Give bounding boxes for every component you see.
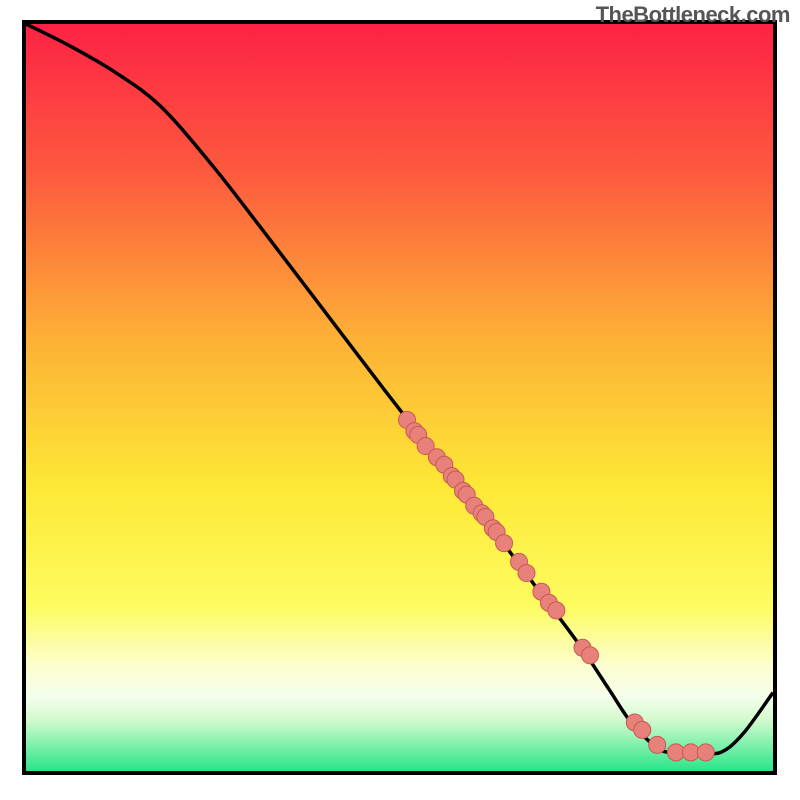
marker-dot <box>697 744 714 761</box>
marker-dot <box>634 721 651 738</box>
marker-dot <box>649 736 666 753</box>
marker-dot <box>496 535 513 552</box>
plot-frame <box>22 20 777 775</box>
watermark-text: TheBottleneck.com <box>596 2 790 28</box>
chart-stage: TheBottleneck.com <box>0 0 800 800</box>
marker-dot <box>548 602 565 619</box>
marker-dot <box>518 565 535 582</box>
gradient-background <box>26 24 773 771</box>
plot-svg <box>26 24 773 771</box>
marker-dot <box>581 647 598 664</box>
